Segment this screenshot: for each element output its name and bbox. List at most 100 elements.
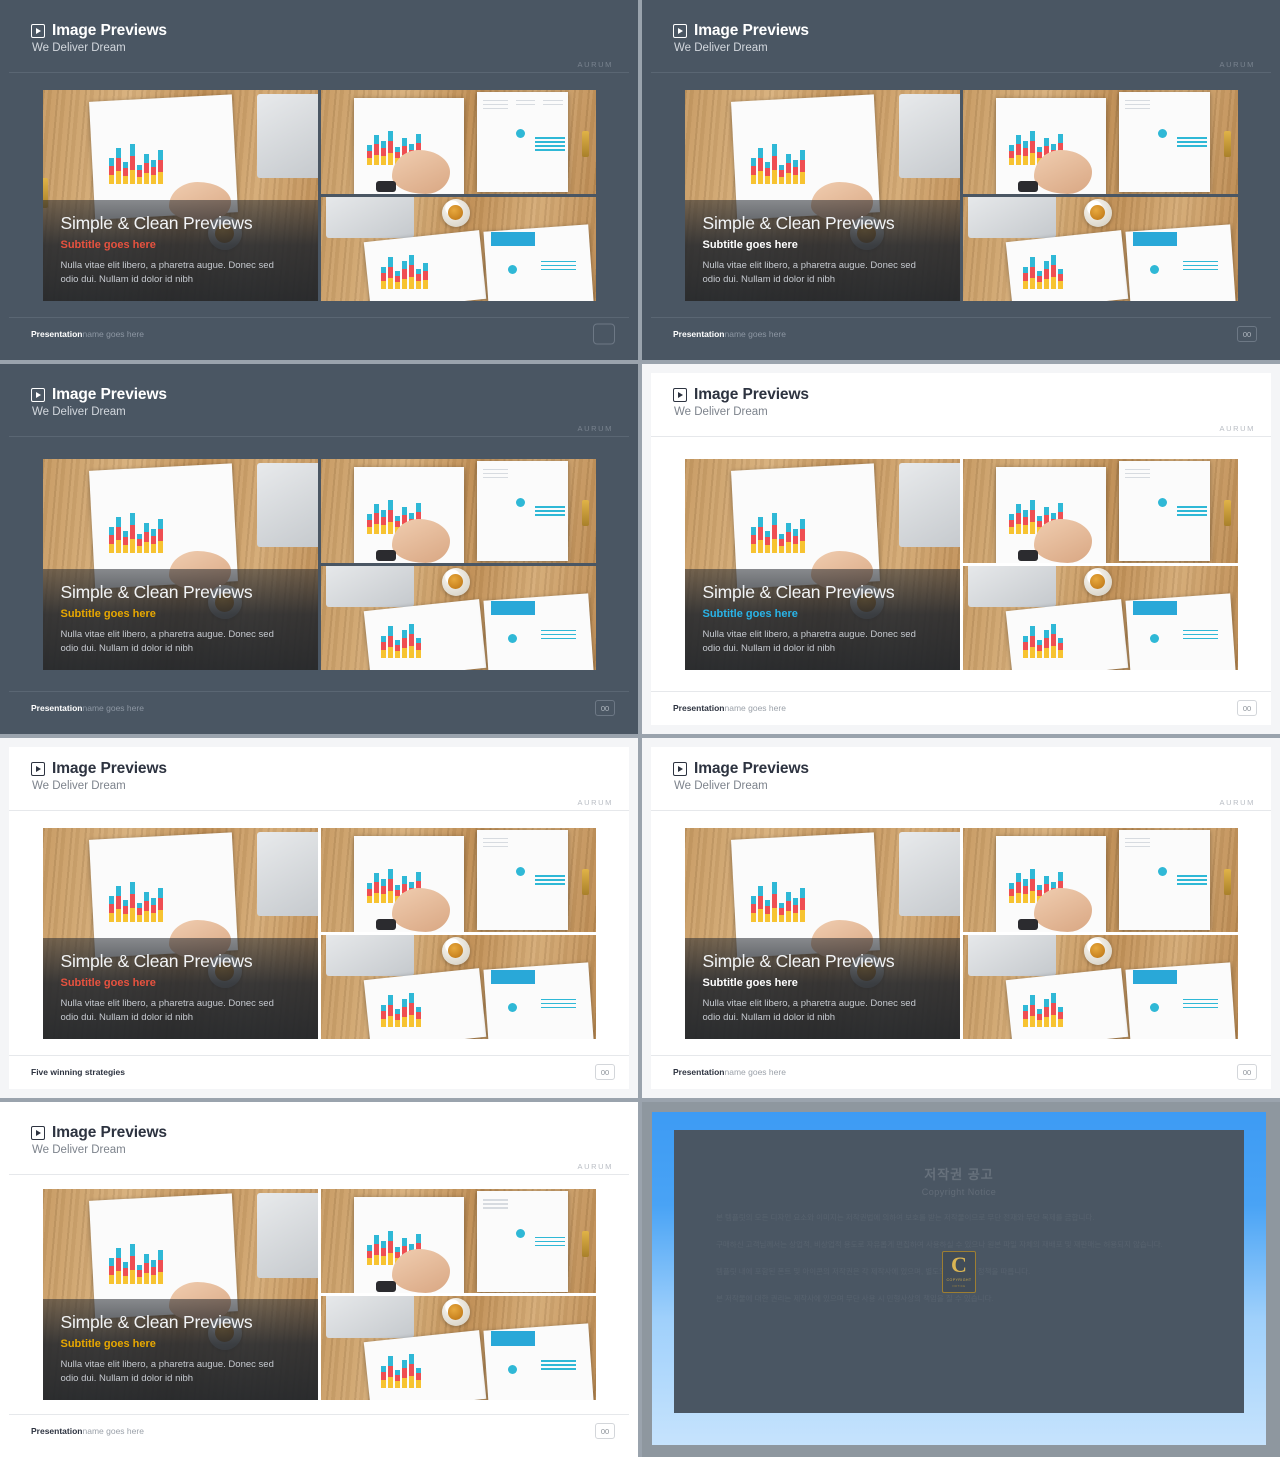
- slide-3-header: Image Previews We Deliver Dream AURUM: [9, 373, 629, 437]
- thumbnail-top-left[interactable]: [320, 89, 596, 194]
- page-subtitle: We Deliver Dream: [32, 1144, 126, 1156]
- overlay-body: Nulla vitae elit libero, a pharetra augu…: [702, 997, 916, 1023]
- footer-label: Presentation: [31, 703, 83, 713]
- slide-1[interactable]: Image Previews We Deliver Dream AURUM Si…: [0, 0, 638, 360]
- text-overlay: Simple & Clean Previews Subtitle goes he…: [42, 568, 318, 670]
- thumbnail-right[interactable]: Simple & Clean Previews Subtitle goes he…: [684, 458, 960, 670]
- footer-divider: [9, 1055, 629, 1056]
- page-title: Image Previews: [52, 386, 167, 403]
- slide-grid: Image Previews We Deliver Dream AURUM Si…: [0, 0, 1280, 1457]
- thumbnail-top-left[interactable]: [320, 458, 596, 563]
- page-title: Image Previews: [694, 760, 809, 777]
- text-overlay: Simple & Clean Previews Subtitle goes he…: [684, 937, 960, 1039]
- copyright-paragraph: 본 저작물에 대한 권리는 제작사에 있으며 무단 사용 시 민형사상의 책임을…: [716, 1294, 994, 1304]
- page-number-badge[interactable]: 00: [595, 1423, 615, 1439]
- thumbnail-right[interactable]: Simple & Clean Previews Subtitle goes he…: [684, 89, 960, 301]
- overlay-subtitle: Subtitle goes here: [60, 1338, 156, 1351]
- copyright-logo-label: COPYRIGHT: [946, 1277, 972, 1282]
- slide-3[interactable]: Image Previews We Deliver Dream AURUM Si…: [0, 364, 638, 734]
- footer-divider: [9, 691, 629, 692]
- thumbnail-top-left[interactable]: [962, 827, 1238, 932]
- slide-6-canvas: Image Previews We Deliver Dream AURUM Si…: [651, 747, 1271, 1089]
- slide-4-canvas: Image Previews We Deliver Dream AURUM Si…: [651, 373, 1271, 725]
- overlay-title: Simple & Clean Previews: [60, 1312, 253, 1333]
- thumbnail-right[interactable]: Simple & Clean Previews Subtitle goes he…: [42, 458, 318, 670]
- slide-2[interactable]: Image Previews We Deliver Dream AURUM Si…: [642, 0, 1280, 360]
- slide-7[interactable]: Image Previews We Deliver Dream AURUM Si…: [0, 1102, 638, 1457]
- page-title: Image Previews: [52, 22, 167, 39]
- footer-sublabel: name goes here: [724, 329, 786, 339]
- page-number-badge[interactable]: 00: [1237, 700, 1257, 716]
- slide-4-body: Simple & Clean Previews Subtitle goes he…: [651, 437, 1271, 691]
- page-title: Image Previews: [52, 1124, 167, 1141]
- brand-label: AURUM: [1219, 60, 1255, 69]
- slide-3-canvas: Image Previews We Deliver Dream AURUM Si…: [9, 373, 629, 725]
- slide-7-canvas: Image Previews We Deliver Dream AURUM Si…: [9, 1111, 629, 1448]
- thumbnail-right[interactable]: Simple & Clean Previews Subtitle goes he…: [42, 827, 318, 1039]
- thumbnail-top-left[interactable]: [962, 89, 1238, 194]
- overlay-title: Simple & Clean Previews: [702, 212, 895, 233]
- overlay-title: Simple & Clean Previews: [702, 950, 895, 971]
- play-icon: [31, 24, 45, 38]
- footer-divider: [651, 317, 1271, 318]
- brand-label: AURUM: [577, 798, 613, 807]
- copyright-logo-sublabel: NOTICE: [952, 1283, 966, 1288]
- slide-5-body: Simple & Clean Previews Subtitle goes he…: [9, 811, 629, 1055]
- page-number-badge[interactable]: 00: [595, 700, 615, 716]
- thumbnail-bottom-left[interactable]: [320, 934, 596, 1039]
- thumbnail-bottom-left[interactable]: [320, 1296, 596, 1400]
- copyright-logo-letter: C: [951, 1252, 967, 1278]
- page-subtitle: We Deliver Dream: [674, 406, 768, 418]
- footer-label: Presentation: [673, 1067, 725, 1077]
- thumbnail-right[interactable]: Simple & Clean Previews Subtitle goes he…: [684, 827, 960, 1039]
- overlay-body: Nulla vitae elit libero, a pharetra augu…: [60, 997, 274, 1023]
- copyright-paragraph: 구매하신 고객님께서는 상업적, 비상업적 용도로 자유롭게 편집하여 사용하실…: [716, 1240, 1163, 1250]
- play-icon: [673, 762, 687, 776]
- thumbnail-bottom-left[interactable]: [320, 565, 596, 670]
- thumbnail-top-left[interactable]: [962, 458, 1238, 563]
- overlay-subtitle: Subtitle goes here: [60, 976, 156, 989]
- page-title: Image Previews: [694, 386, 809, 403]
- slide-6-header: Image Previews We Deliver Dream AURUM: [651, 747, 1271, 811]
- thumbnail-top-left[interactable]: [320, 1189, 596, 1293]
- page-number-badge[interactable]: 00: [1237, 1064, 1257, 1080]
- overlay-title: Simple & Clean Previews: [60, 212, 253, 233]
- page-number-badge[interactable]: 00: [595, 1064, 615, 1080]
- text-overlay: Simple & Clean Previews Subtitle goes he…: [42, 1299, 318, 1400]
- overlay-title: Simple & Clean Previews: [60, 581, 253, 602]
- thumbnail-bottom-left[interactable]: [962, 565, 1238, 670]
- brand-label: AURUM: [1219, 798, 1255, 807]
- copyright-subheading: Copyright Notice: [921, 1187, 997, 1197]
- thumbnail-bottom-left[interactable]: [320, 196, 596, 301]
- thumbnail-right[interactable]: Simple & Clean Previews Subtitle goes he…: [42, 1189, 318, 1400]
- overlay-subtitle: Subtitle goes here: [60, 607, 156, 620]
- footer-sublabel: name goes here: [724, 1067, 786, 1077]
- slide-5-canvas: Image Previews We Deliver Dream AURUM Si…: [9, 747, 629, 1089]
- overlay-body: Nulla vitae elit libero, a pharetra augu…: [702, 628, 916, 654]
- slide-5[interactable]: Image Previews We Deliver Dream AURUM Si…: [0, 738, 638, 1098]
- overlay-body: Nulla vitae elit libero, a pharetra augu…: [60, 628, 274, 654]
- page-number-badge[interactable]: 00: [1237, 326, 1257, 342]
- copyright-paragraph: 본 템플릿의 모든 디자인 요소와 이미지는 저작권법에 의하여 보호를 받는 …: [716, 1213, 1095, 1222]
- copyright-slide[interactable]: 저작권 공고 Copyright Notice 본 템플릿의 모든 디자인 요소…: [642, 1102, 1280, 1457]
- image-collage: Simple & Clean Previews Subtitle goes he…: [42, 827, 596, 1039]
- brand-label: AURUM: [577, 424, 613, 433]
- image-collage: Simple & Clean Previews Subtitle goes he…: [42, 89, 596, 301]
- thumbnail-bottom-left[interactable]: [962, 934, 1238, 1039]
- slide-2-header: Image Previews We Deliver Dream AURUM: [651, 9, 1271, 73]
- slide-6[interactable]: Image Previews We Deliver Dream AURUM Si…: [642, 738, 1280, 1098]
- footer-sublabel: name goes here: [724, 703, 786, 713]
- thumbnail-right[interactable]: Simple & Clean Previews Subtitle goes he…: [42, 89, 318, 301]
- page-subtitle: We Deliver Dream: [674, 42, 768, 54]
- play-icon: [31, 388, 45, 402]
- slide-7-header: Image Previews We Deliver Dream AURUM: [9, 1111, 629, 1175]
- overlay-title: Simple & Clean Previews: [60, 950, 253, 971]
- thumbnail-top-left[interactable]: [320, 827, 596, 932]
- footer-sublabel: name goes here: [82, 703, 144, 713]
- text-overlay: Simple & Clean Previews Subtitle goes he…: [42, 937, 318, 1039]
- image-collage: Simple & Clean Previews Subtitle goes he…: [42, 458, 596, 670]
- slide-4[interactable]: Image Previews We Deliver Dream AURUM Si…: [642, 364, 1280, 734]
- slide-2-body: Simple & Clean Previews Subtitle goes he…: [651, 73, 1271, 317]
- page-number-badge[interactable]: [593, 323, 615, 345]
- thumbnail-bottom-left[interactable]: [962, 196, 1238, 301]
